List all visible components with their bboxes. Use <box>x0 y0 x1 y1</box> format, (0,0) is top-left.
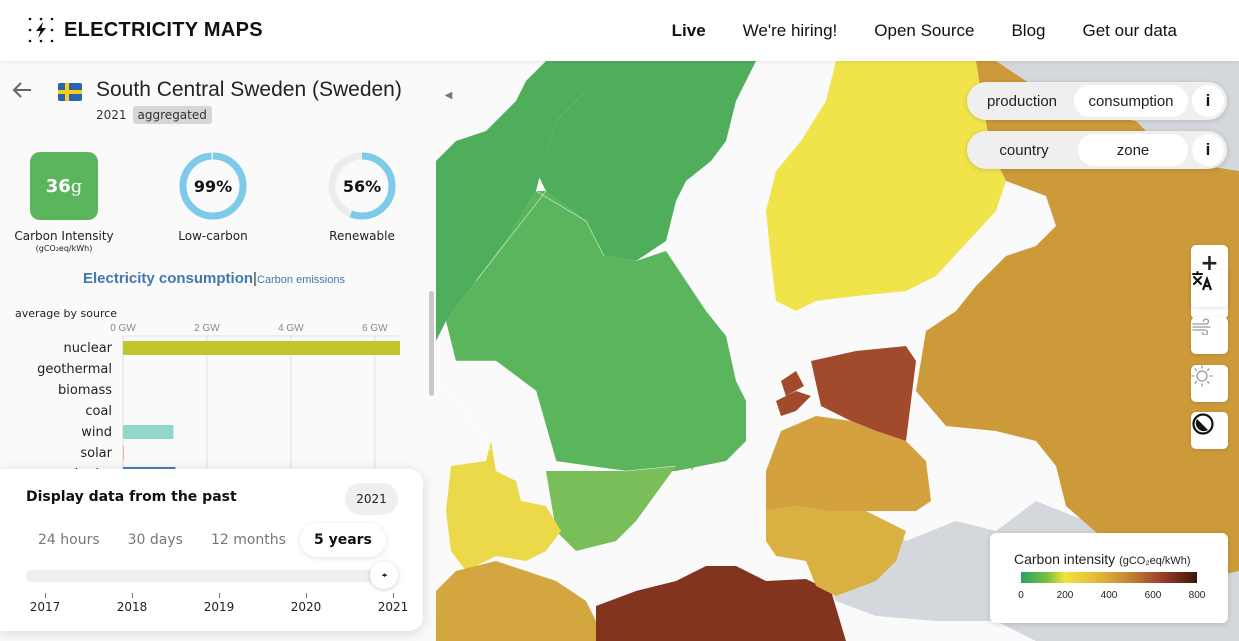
carbon-emissions-tab[interactable]: Carbon emissions <box>257 274 345 286</box>
wind-layer-button[interactable] <box>1191 317 1228 354</box>
arrow-left-icon <box>12 82 31 98</box>
aggregated-badge: aggregated <box>132 106 212 124</box>
toggle-country[interactable]: country <box>970 134 1078 166</box>
carbon-intensity-value: 36 <box>45 175 71 197</box>
brand-name: ELECTRICITY MAPS <box>64 18 263 41</box>
lightning-logo-icon <box>28 17 54 43</box>
time-slider-ticks: 2017 2018 2019 2020 2021 <box>20 593 420 623</box>
slider-tick: 2020 <box>286 593 326 614</box>
dark-mode-button[interactable] <box>1191 412 1228 449</box>
zone-denmark[interactable] <box>446 441 561 571</box>
logo[interactable]: ELECTRICITY MAPS <box>28 15 263 45</box>
legend-ticks: 0 200 400 600 800 <box>1008 590 1218 604</box>
legend-tick: 400 <box>1100 590 1118 601</box>
solar-icon <box>1191 365 1213 387</box>
time-slider-track[interactable] <box>26 570 394 582</box>
source-label-wind: wind <box>81 425 112 440</box>
legend-title: Carbon intensity (gCO₂eq/kWh) <box>1014 551 1191 567</box>
time-controller-title: Display data from the past <box>26 489 237 505</box>
carbon-intensity-label: Carbon Intensity <box>14 229 114 243</box>
legend-color-scale <box>1021 572 1197 583</box>
selected-year-pill: 2021 <box>345 483 398 515</box>
carbon-intensity-suffix: g <box>70 175 83 197</box>
renewable-label: Renewable <box>329 229 395 243</box>
bar-solar <box>123 446 124 460</box>
legend-tick: 200 <box>1056 590 1074 601</box>
zone-subtitle: 2021 aggregated <box>96 106 212 124</box>
toggle-zone[interactable]: zone <box>1078 134 1188 166</box>
range-12-months[interactable]: 12 months <box>197 523 300 557</box>
dark-mode-icon <box>1192 413 1214 435</box>
toggle-consumption[interactable]: consumption <box>1074 85 1188 117</box>
toggle-production[interactable]: production <box>970 85 1074 117</box>
source-label-solar: solar <box>80 446 112 461</box>
language-button[interactable] <box>1191 270 1228 307</box>
source-label-biomass: biomass <box>58 383 112 398</box>
slider-tick: 2018 <box>112 593 152 614</box>
chart-header: Electricity consumption|Carbon emissions <box>0 270 428 288</box>
source-label-coal: coal <box>85 404 112 419</box>
main-nav: Live We're hiring! Open Source Blog Get … <box>672 0 1177 61</box>
sweden-flag-icon <box>58 83 82 101</box>
nav-blog[interactable]: Blog <box>1011 0 1045 61</box>
zone-poland[interactable] <box>596 566 846 641</box>
country-zone-toggle: country zone i <box>967 131 1227 169</box>
legend-title-text: Carbon intensity <box>1014 551 1116 567</box>
x-tick-label: 6 GW <box>362 323 388 334</box>
source-label-nuclear: nuclear <box>63 341 112 356</box>
range-5-years[interactable]: 5 years <box>299 523 386 557</box>
carbon-intensity-legend: Carbon intensity (gCO₂eq/kWh) 0 200 400 … <box>990 533 1228 623</box>
carbon-intensity-box: 36 g <box>30 152 98 220</box>
back-button[interactable] <box>12 81 34 101</box>
low-carbon-label: Low-carbon <box>178 229 248 243</box>
x-tick-label: 4 GW <box>278 323 304 334</box>
wind-icon <box>1192 318 1211 335</box>
zone-estonia-islands[interactable] <box>776 371 811 416</box>
legend-tick: 600 <box>1144 590 1162 601</box>
nav-get-data[interactable]: Get our data <box>1082 0 1177 61</box>
production-consumption-toggle: production consumption i <box>967 82 1227 120</box>
slider-arrows-icon: ◂▸ <box>381 571 387 579</box>
caret-left-icon: ◀ <box>444 89 453 101</box>
solar-layer-button[interactable] <box>1191 365 1228 402</box>
legend-unit: (gCO₂eq/kWh) <box>1119 555 1191 567</box>
nav-hiring[interactable]: We're hiring! <box>743 0 838 61</box>
bar-wind <box>123 425 174 439</box>
panel-scrollbar[interactable] <box>429 291 434 396</box>
zone-year: 2021 <box>96 108 127 122</box>
info-icon[interactable]: i <box>1192 85 1224 117</box>
x-tick-label: 2 GW <box>194 323 220 334</box>
nav-live[interactable]: Live <box>672 0 706 61</box>
legend-tick: 800 <box>1188 590 1206 601</box>
slider-tick: 2021 <box>373 593 413 614</box>
bar-nuclear <box>123 341 400 355</box>
time-range-tabs: 24 hours 30 days 12 months 5 years <box>24 523 386 557</box>
nav-open-source[interactable]: Open Source <box>874 0 974 61</box>
zone-germany[interactable] <box>436 561 596 641</box>
legend-tick: 0 <box>1018 590 1024 601</box>
app: ELECTRICITY MAPS Live We're hiring! Open… <box>0 0 1239 641</box>
electricity-consumption-tab[interactable]: Electricity consumption <box>83 270 253 287</box>
x-tick-label: 0 GW <box>110 323 136 334</box>
zone-title: South Central Sweden (Sweden) <box>96 78 402 101</box>
language-icon <box>1192 271 1213 291</box>
top-header: ELECTRICITY MAPS Live We're hiring! Open… <box>0 0 1239 61</box>
renewable-value: 56% <box>342 176 382 196</box>
slider-tick: 2019 <box>199 593 239 614</box>
zone-sweden-south[interactable] <box>546 466 676 551</box>
range-30-days[interactable]: 30 days <box>114 523 197 557</box>
info-icon[interactable]: i <box>1192 134 1224 166</box>
carbon-intensity-unit: (gCO₂eq/kWh) <box>35 244 93 253</box>
slider-tick: 2017 <box>25 593 65 614</box>
low-carbon-value: 99% <box>193 176 233 196</box>
time-slider-thumb[interactable]: ◂▸ <box>370 561 398 589</box>
source-label-geothermal: geothermal <box>37 362 112 377</box>
collapse-panel-button[interactable]: ◀ <box>436 70 461 120</box>
range-24-hours[interactable]: 24 hours <box>24 523 114 557</box>
time-controller: Display data from the past 2021 24 hours… <box>0 469 423 631</box>
